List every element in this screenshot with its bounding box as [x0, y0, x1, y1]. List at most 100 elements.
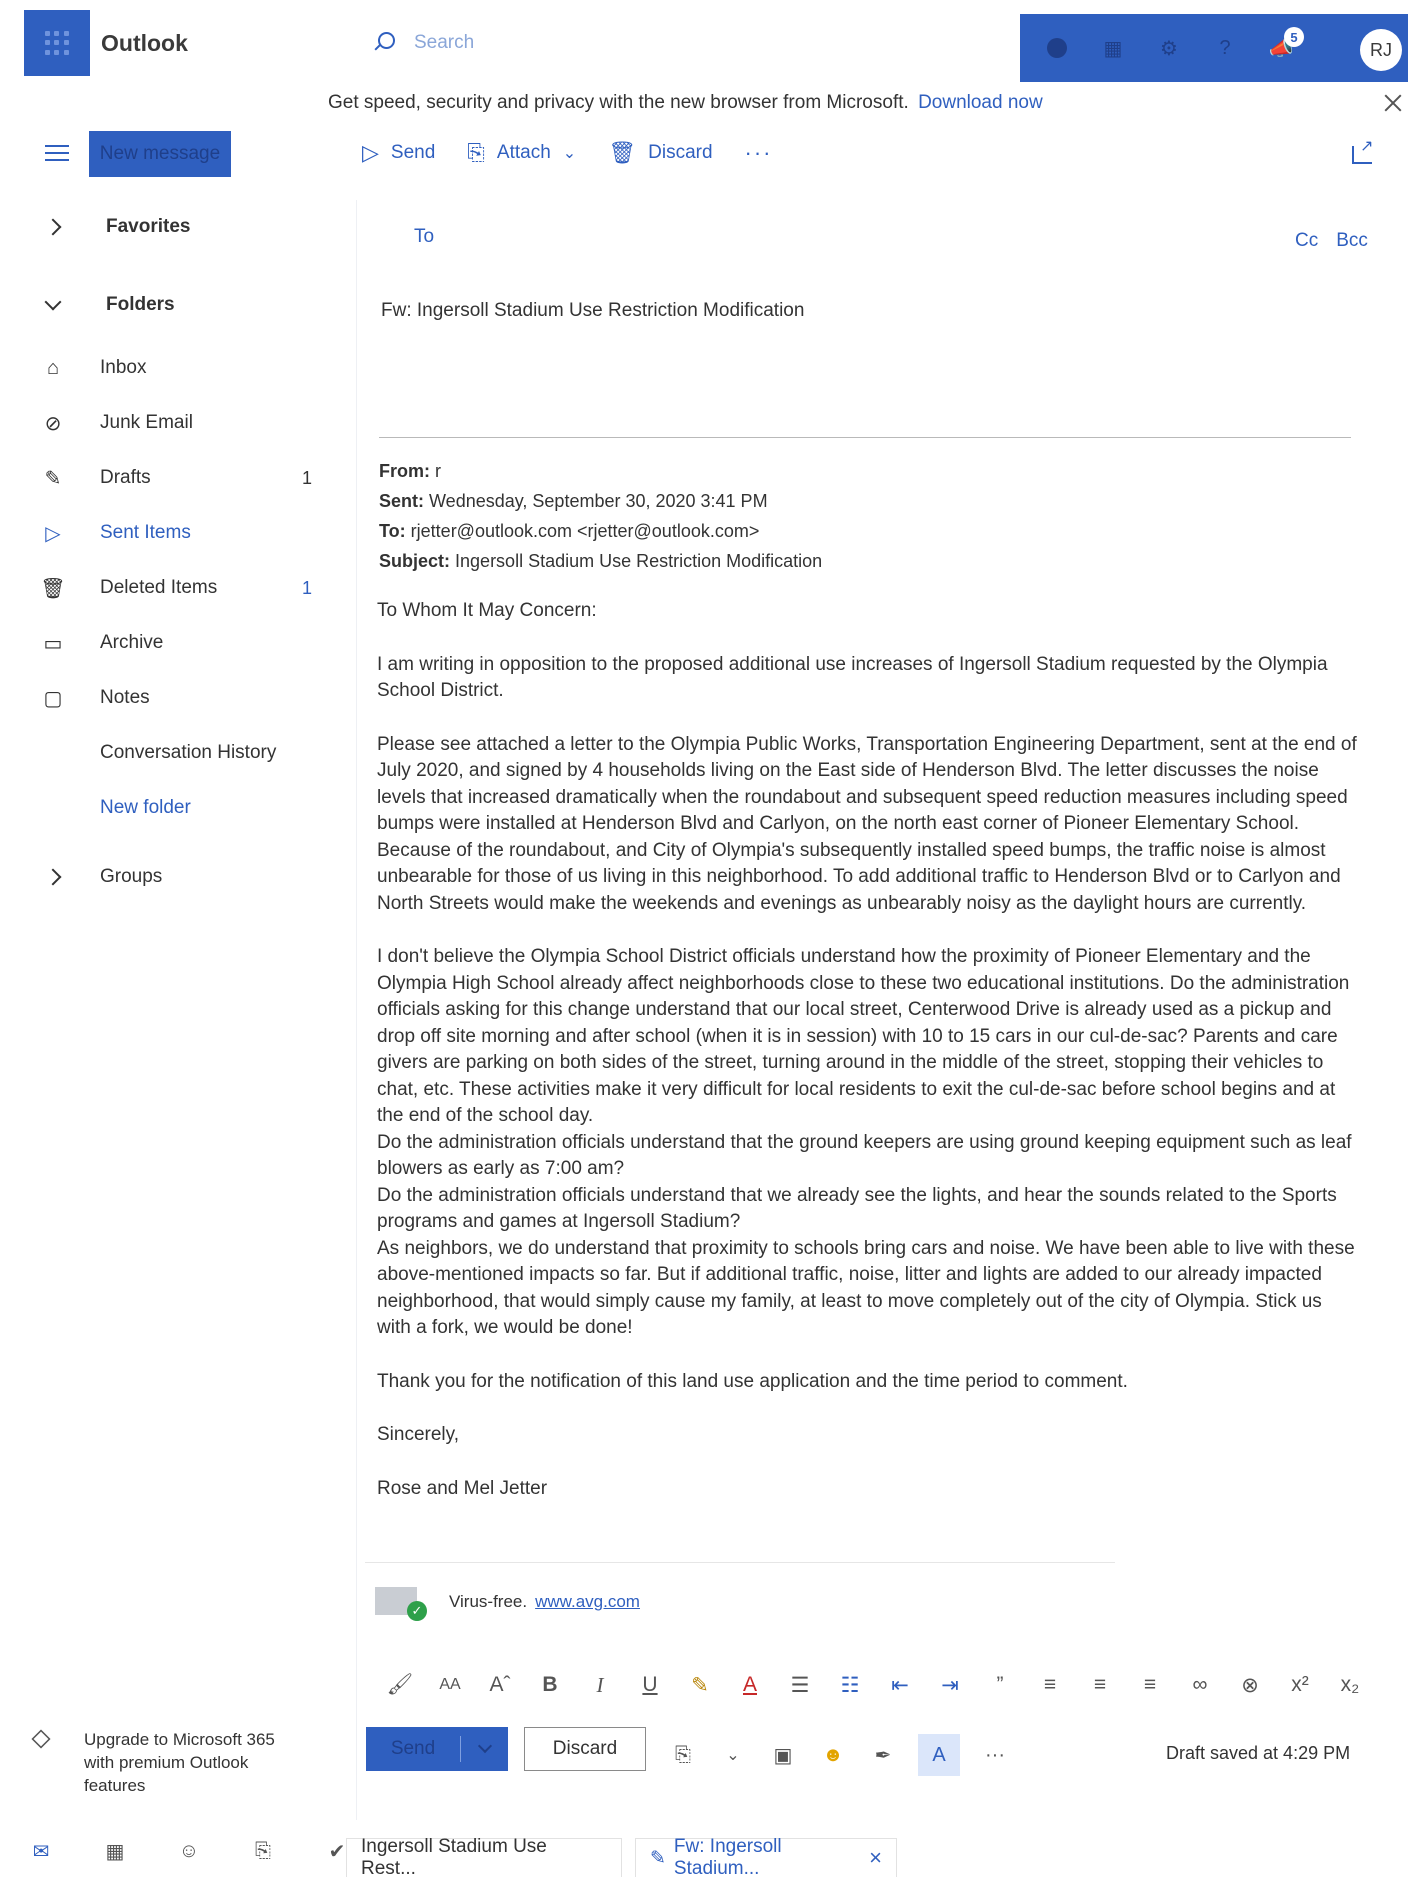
decrease-indent-icon[interactable]: ⇤ — [875, 1670, 925, 1700]
avatar[interactable]: RJ — [1360, 29, 1402, 71]
font-size-icon[interactable]: AA — [425, 1670, 475, 1700]
sidebar-item-junk[interactable]: ⊘ Junk Email — [40, 410, 330, 436]
body-signature: Rose and Mel Jetter — [377, 1477, 548, 1499]
app-launcher-button[interactable] — [24, 10, 90, 76]
new-message-button[interactable]: New message — [89, 131, 231, 177]
hamburger-icon[interactable] — [45, 145, 69, 163]
message-body[interactable]: To Whom It May Concern: I am writing in … — [377, 598, 1357, 1502]
toolbar-attach-button[interactable]: ⎘ Attach ⌄ — [467, 140, 576, 166]
increase-indent-icon[interactable]: ⇥ — [925, 1670, 975, 1700]
top-bar: Outlook ▦ ⚙ ? 📣 5 RJ — [0, 0, 1408, 90]
format-painter-icon[interactable]: 🖌 — [375, 1670, 425, 1700]
help-icon: ? — [1219, 36, 1231, 59]
forward-divider — [379, 437, 1351, 438]
unlink-icon[interactable]: ⊗ — [1225, 1670, 1275, 1700]
send-label: Send — [390, 142, 436, 163]
forwarded-header: From: r Sent: Wednesday, September 30, 2… — [379, 456, 822, 576]
search-box[interactable] — [370, 30, 694, 56]
body-paragraph: As neighbors, we do understand that prox… — [377, 1237, 1355, 1339]
nav-favorites[interactable]: Favorites — [40, 214, 330, 240]
sidebar-item-notes[interactable]: ▢ Notes — [40, 685, 330, 711]
tab-message[interactable]: Ingersoll Stadium Use Rest... — [346, 1836, 622, 1877]
new-folder-link[interactable]: New folder — [40, 795, 330, 821]
body-paragraph: Please see attached a letter to the Olym… — [377, 733, 1357, 914]
subject-field[interactable]: Fw: Ingersoll Stadium Use Restriction Mo… — [381, 300, 804, 322]
align-center-icon[interactable]: ≡ — [1075, 1670, 1125, 1700]
attach-label: Attach — [496, 142, 551, 163]
calendar-icon[interactable]: ▦ — [102, 1838, 128, 1864]
trash-icon: 🗑 — [608, 140, 637, 165]
align-left-icon[interactable]: ≡ — [1025, 1670, 1075, 1700]
font-color-icon[interactable]: A — [725, 1670, 775, 1700]
cc-button[interactable]: Cc — [1295, 230, 1318, 252]
underline-icon[interactable]: U — [625, 1670, 675, 1700]
close-icon[interactable]: × — [869, 1845, 882, 1871]
compose-toolbar: ▷ Send ⎘ Attach ⌄ 🗑 Discard ··· — [362, 140, 773, 166]
nav-groups[interactable]: Groups — [40, 864, 330, 890]
junk-icon: ⊘ — [44, 412, 62, 435]
highlight-icon[interactable]: ✎ — [675, 1670, 725, 1700]
signature-icon[interactable]: ✒ — [868, 1740, 898, 1770]
nav-groups-label: Groups — [100, 866, 163, 887]
emoji-icon[interactable]: ☻ — [818, 1740, 848, 1770]
grow-font-icon[interactable]: Aˆ — [475, 1670, 525, 1700]
discard-label: Discard — [648, 142, 713, 163]
skype-button[interactable] — [1044, 35, 1070, 61]
settings-button[interactable]: ⚙ — [1156, 35, 1182, 61]
upgrade-promo[interactable]: Upgrade to Microsoft 365 with premium Ou… — [31, 1728, 284, 1797]
sidebar-item-conversation-history[interactable]: Conversation History — [40, 740, 330, 766]
sidebar-item-archive[interactable]: ▭ Archive — [40, 630, 330, 656]
to-field-button[interactable]: To — [414, 226, 434, 248]
sidebar-item-sent[interactable]: ▷ Sent Items — [40, 520, 330, 546]
sidebar-item-drafts[interactable]: ✎ Drafts 1 — [40, 465, 330, 491]
send-split-button[interactable]: Send — [366, 1727, 508, 1771]
close-icon[interactable] — [1382, 92, 1404, 114]
nav-favorites-label: Favorites — [106, 216, 191, 237]
people-icon[interactable]: ☺ — [176, 1838, 202, 1864]
sent-label: Sent: — [379, 491, 424, 511]
waffle-icon — [45, 31, 69, 55]
avg-text: Virus-free. — [449, 1592, 528, 1611]
bold-icon[interactable]: B — [525, 1670, 575, 1700]
subject-label: Subject: — [379, 551, 451, 571]
sent-value: Wednesday, September 30, 2020 3:41 PM — [429, 491, 768, 511]
my-day-button[interactable]: ▦ — [1100, 35, 1126, 61]
notifications-button[interactable]: 📣 5 — [1268, 27, 1304, 61]
quote-icon[interactable]: ” — [975, 1670, 1025, 1700]
superscript-icon[interactable]: x² — [1275, 1670, 1325, 1700]
nav-folders-label: Folders — [106, 294, 175, 315]
numbering-icon[interactable]: ☷ — [825, 1670, 875, 1700]
more-options-icon[interactable]: ··· — [745, 140, 773, 166]
italic-icon[interactable]: I — [575, 1670, 625, 1700]
editor-icon[interactable]: A — [918, 1734, 960, 1776]
link-icon[interactable]: ∞ — [1175, 1670, 1225, 1700]
avg-link[interactable]: www.avg.com — [535, 1592, 640, 1612]
image-icon[interactable]: ▣ — [768, 1740, 798, 1770]
sidebar-item-deleted[interactable]: 🗑 Deleted Items 1 — [40, 575, 330, 601]
help-button[interactable]: ? — [1212, 35, 1238, 61]
to-value: rjetter@outlook.com <rjetter@outlook.com… — [410, 521, 760, 541]
mail-icon[interactable]: ✉ — [28, 1838, 54, 1864]
nav-folders[interactable]: Folders — [40, 292, 330, 318]
sidebar-item-count: 1 — [302, 577, 313, 598]
send-button[interactable]: Send — [366, 1738, 460, 1760]
discard-button[interactable]: Discard — [524, 1727, 646, 1771]
send-options-button[interactable] — [461, 1738, 508, 1754]
chevron-right-icon — [40, 864, 66, 890]
popout-icon[interactable] — [1352, 136, 1373, 164]
sidebar-item-inbox[interactable]: ⌂ Inbox — [40, 355, 330, 381]
toolbar-send-button[interactable]: ▷ Send — [362, 140, 435, 166]
promo-download-link[interactable]: Download now — [918, 92, 1043, 113]
tab-draft[interactable]: ✎ Fw: Ingersoll Stadium... × — [635, 1836, 897, 1877]
more-options-icon[interactable]: ··· — [980, 1740, 1010, 1770]
bullets-icon[interactable]: ☰ — [775, 1670, 825, 1700]
toolbar-discard-button[interactable]: 🗑 Discard — [608, 140, 712, 166]
chevron-down-icon[interactable]: ⌄ — [718, 1740, 748, 1770]
files-icon[interactable]: ⎘ — [250, 1838, 276, 1864]
paperclip-icon[interactable]: ⎘ — [668, 1740, 698, 1770]
search-input[interactable] — [414, 32, 694, 54]
subscript-icon[interactable]: x₂ — [1325, 1670, 1375, 1700]
align-right-icon[interactable]: ≡ — [1125, 1670, 1175, 1700]
bcc-button[interactable]: Bcc — [1336, 230, 1368, 252]
module-switcher: ✉ ▦ ☺ ⎘ ✔ — [28, 1838, 350, 1864]
